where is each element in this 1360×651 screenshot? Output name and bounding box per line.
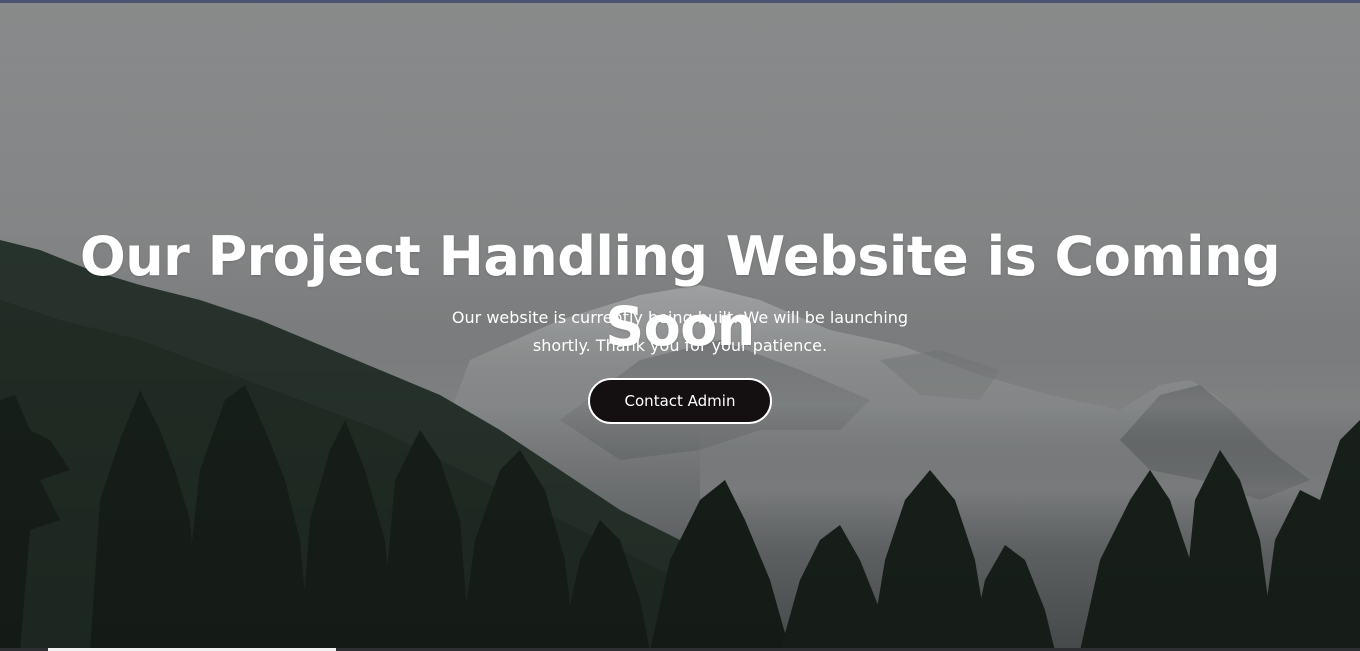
hero-section: Our Project Handling Website is Coming S… <box>0 0 1360 651</box>
top-border <box>0 0 1360 3</box>
coming-soon-page: Our Project Handling Website is Coming S… <box>0 0 1360 651</box>
contact-admin-button[interactable]: Contact Admin <box>588 378 772 424</box>
hero-subtext: Our website is currently being built. We… <box>451 308 909 355</box>
